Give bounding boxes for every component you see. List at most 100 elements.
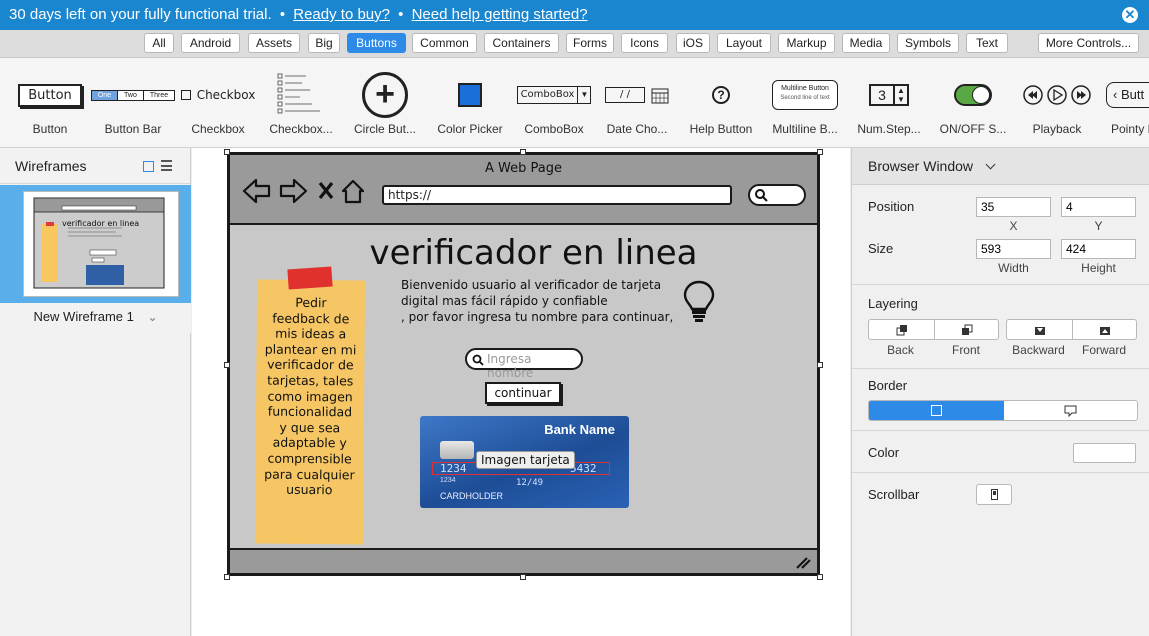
list-view-icon[interactable] [161,160,172,171]
selection-handle[interactable] [817,362,823,368]
selection-handle[interactable] [817,149,823,155]
border-label: Border [868,378,908,393]
chevron-down-icon[interactable]: ⌄ [147,310,157,324]
layer-step-group [1006,319,1137,340]
send-backward-icon[interactable] [1034,324,1046,336]
selection-handle[interactable] [224,362,230,368]
width-label: Width [998,261,1029,275]
ready-to-buy-link[interactable]: Ready to buy? [293,6,390,23]
scrollbar-toggle[interactable] [976,484,1012,505]
shelf-item-checkbox-group[interactable]: Checkbox... [258,58,344,147]
category-android[interactable]: Android [181,33,240,53]
selection-handle[interactable] [520,574,526,580]
front-button[interactable]: Front [933,343,999,357]
square-border-icon [931,405,942,416]
wireframe-thumbnail[interactable]: verificador en linea [23,191,179,297]
category-assets[interactable]: Assets [248,33,300,53]
color-swatch[interactable] [1073,443,1136,463]
height-input[interactable] [1061,239,1136,259]
color-label: Color [868,445,900,460]
category-ios[interactable]: iOS [676,33,710,53]
selection-handle[interactable] [224,149,230,155]
more-controls-button[interactable]: More Controls... [1038,33,1139,53]
sticky-note[interactable]: Pedir feedback de mis ideas a plantear e… [254,279,366,545]
wireframe-name[interactable]: New Wireframe 1 ⌄ [0,303,191,333]
app-window: 30 days left on your fully functional tr… [0,0,1149,636]
bring-to-front-icon[interactable] [961,324,973,336]
send-to-back-icon[interactable] [896,324,908,336]
category-forms[interactable]: Forms [566,33,614,53]
sticky-note-text: Pedir feedback de mis ideas a plantear e… [264,294,357,498]
trial-banner: 30 days left on your fully functional tr… [0,0,1149,30]
category-layout[interactable]: Layout [717,33,771,53]
design-canvas[interactable]: A Web Page https:// verificador en linea… [192,148,850,636]
back-button[interactable]: Back [868,343,933,357]
resize-grip-icon[interactable] [795,556,811,570]
shelf-item-numeric-stepper[interactable]: 3 ▲ ▼ Num.Step... [846,58,932,147]
category-buttons[interactable]: Buttons [347,33,406,53]
category-bar: All Android Assets Big Buttons Common Co… [0,30,1149,58]
category-media[interactable]: Media [842,33,890,53]
backward-button[interactable]: Backward [1006,343,1071,357]
category-icons[interactable]: Icons [621,33,668,53]
bring-forward-icon[interactable] [1099,324,1111,336]
card-bank-name: Bank Name [544,422,615,437]
shelf-item-circle-button[interactable]: + Circle But... [342,58,428,147]
position-x-input[interactable] [976,197,1051,217]
shelf-item-help-button[interactable]: ? Help Button [678,58,764,147]
shelf-item-multiline-button[interactable]: Multiline Button Second line of text Mul… [762,58,848,147]
selection-handle[interactable] [520,149,526,155]
height-label: Height [1081,261,1116,275]
chevron-down-icon[interactable] [985,159,996,170]
banner-separator: • [398,6,404,23]
wireframe-item[interactable]: verificador en linea New Wireframe 1 ⌄ [0,185,191,333]
shelf-item-button[interactable]: Button Button [7,58,93,147]
mockup-search-field[interactable] [748,184,806,206]
width-input[interactable] [976,239,1051,259]
browser-window-mockup[interactable]: A Web Page https:// verificador en linea… [227,152,820,576]
forward-button[interactable]: Forward [1071,343,1137,357]
mockup-titlebar: A Web Page https:// [230,155,817,225]
shelf-item-button-bar[interactable]: One Two Three Button Bar [90,58,176,147]
shelf-item-checkbox[interactable]: Checkbox Checkbox [175,58,261,147]
position-y-input[interactable] [1061,197,1136,217]
selection-handle[interactable] [224,574,230,580]
mockup-statusbar [230,548,817,573]
mockup-url-bar[interactable]: https:// [382,185,732,205]
border-style-toggle [868,400,1138,421]
help-getting-started-link[interactable]: Need help getting started? [412,6,588,23]
thumbnail-title: verificador en linea [62,219,140,228]
grid-view-icon[interactable] [143,161,154,172]
border-sketch-option[interactable] [1004,401,1137,420]
shelf-item-combobox[interactable]: ComboBox ▼ ComboBox [511,58,597,147]
checkbox-icon: Checkbox [175,70,261,120]
border-square-option[interactable] [869,401,1004,420]
shelf-item-color-picker[interactable]: Color Picker [427,58,513,147]
shelf-item-playback[interactable]: Playback [1014,58,1100,147]
shelf-item-toggle[interactable]: ON/OFF S... [930,58,1016,147]
category-all[interactable]: All [144,33,174,53]
selection-handle[interactable] [817,574,823,580]
position-label: Position [868,199,915,214]
properties-header[interactable]: Browser Window [852,148,1149,185]
category-symbols[interactable]: Symbols [897,33,959,53]
name-input[interactable]: Ingresa nombre [465,348,583,380]
category-text[interactable]: Text [966,33,1008,53]
shelf-item-date-chooser[interactable]: / / Date Cho... [594,58,680,147]
close-banner-icon[interactable]: ✕ [1122,7,1138,23]
category-containers[interactable]: Containers [484,33,559,53]
shelf-item-pointy-button[interactable]: ‹ Butt Pointy B [1098,58,1149,147]
credit-card-image[interactable]: Bank Name 1234 5432 1234 12/49 CARDHOLDE… [420,416,629,508]
layering-section: Layering Back Front Backward Forward [852,285,1149,369]
size-label: Size [868,241,894,256]
properties-title: Browser Window [868,158,974,174]
category-common[interactable]: Common [412,33,477,53]
card-chip [440,441,474,459]
scrollbar-label: Scrollbar [868,487,920,502]
wireframes-panel: Wireframes verificador en linea New Wire… [0,148,191,636]
trial-text: 30 days left on your fully functional tr… [9,6,272,23]
category-markup[interactable]: Markup [778,33,835,53]
category-big[interactable]: Big [308,33,340,53]
continue-button[interactable]: continuar [485,382,561,404]
combobox-icon: ComboBox ▼ [511,70,597,120]
